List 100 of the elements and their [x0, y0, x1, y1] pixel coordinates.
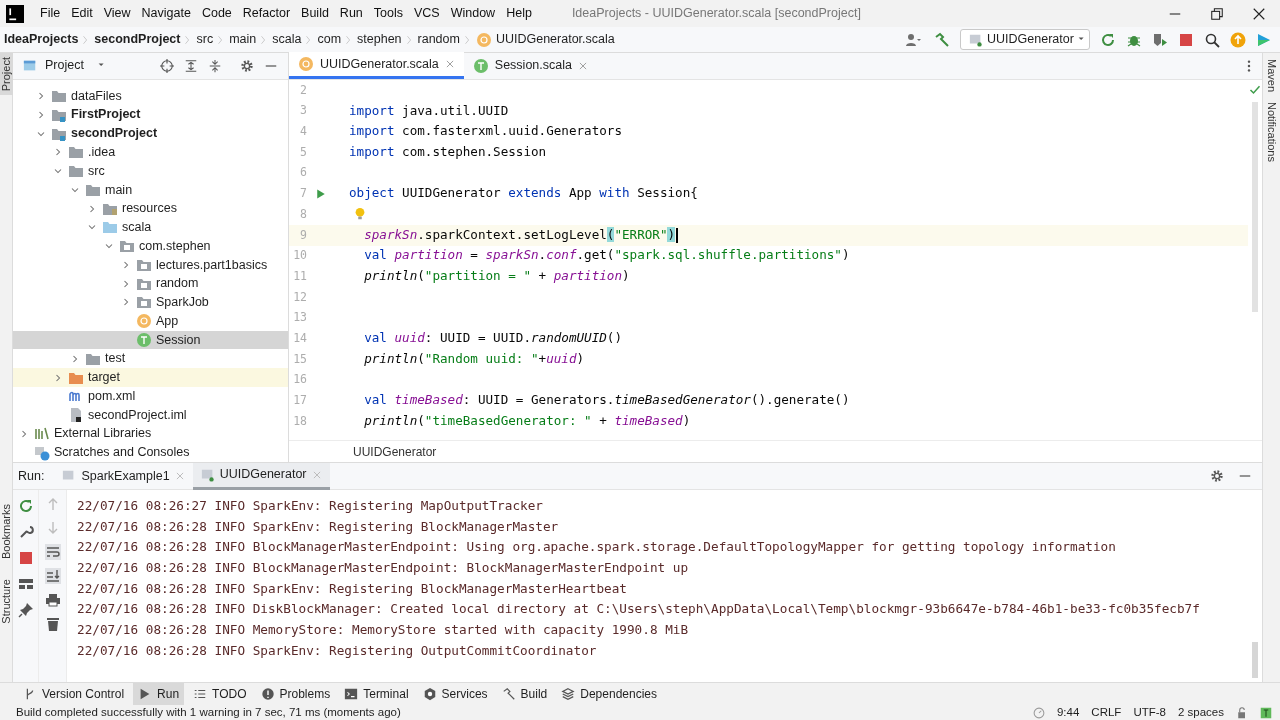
panel-title[interactable]: Project — [45, 56, 84, 76]
tool-window-tab[interactable]: TODO — [188, 682, 252, 706]
tree-item[interactable]: dataFiles — [13, 86, 288, 106]
tree-item[interactable]: main — [13, 180, 288, 200]
coverage-icon[interactable] — [1152, 31, 1168, 48]
tool-window-label[interactable]: Structure — [0, 579, 15, 624]
scrollbar[interactable] — [1252, 102, 1258, 312]
rerun-icon[interactable] — [17, 498, 34, 514]
soft-wrap-icon[interactable] — [44, 544, 61, 560]
run-config-dropdown[interactable]: UUIDGenerator — [960, 29, 1090, 50]
menu-item[interactable]: Tools — [373, 4, 403, 23]
settings-icon[interactable] — [1210, 469, 1224, 483]
tree-item[interactable]: test — [13, 349, 288, 369]
tree-item[interactable]: SparkJob — [13, 293, 288, 312]
settings-icon[interactable] — [240, 58, 254, 73]
tree-item[interactable]: secondProject — [13, 124, 288, 143]
line-number: 7 — [299, 185, 307, 203]
folder-icon — [51, 88, 67, 105]
breadcrumb-item[interactable]: src — [196, 30, 214, 49]
print-icon[interactable] — [44, 592, 61, 608]
menu-item[interactable]: Build — [301, 4, 329, 23]
code-breadcrumb[interactable]: UUIDGenerator — [353, 442, 437, 461]
tree-item[interactable]: src — [13, 161, 288, 181]
breadcrumb-item[interactable]: main — [229, 30, 257, 49]
tree-item[interactable]: Session — [13, 330, 288, 350]
code-line: sparkSn.sparkContext.setLogLevel("ERROR") — [363, 225, 676, 244]
stop-icon[interactable] — [17, 550, 34, 566]
pin-icon[interactable] — [17, 602, 34, 618]
tree-item[interactable]: target — [13, 368, 288, 387]
editor-tab[interactable]: Session.scala — [463, 52, 597, 79]
restore-icon[interactable] — [1210, 6, 1224, 21]
menu-item[interactable]: Navigate — [141, 4, 191, 23]
breadcrumb-item[interactable]: stephen — [357, 30, 402, 49]
status-item[interactable]: 9:44 — [1056, 703, 1080, 720]
locate-icon[interactable] — [160, 58, 174, 73]
collapse-all-icon[interactable] — [208, 58, 222, 73]
tool-window-tab[interactable]: Dependencies — [556, 682, 662, 706]
tool-window-tab[interactable]: Terminal — [339, 682, 414, 706]
stop-icon[interactable] — [1178, 31, 1194, 48]
breadcrumb-item[interactable]: com — [317, 30, 342, 49]
menu-item[interactable]: Edit — [71, 4, 93, 23]
tree-item[interactable]: resources — [13, 199, 288, 219]
tree-item[interactable]: lectures.part1basics — [13, 255, 288, 275]
line-number: 8 — [299, 205, 307, 223]
menu-item[interactable]: Run — [339, 4, 363, 23]
search-icon[interactable] — [1204, 31, 1220, 48]
tree-item[interactable]: FirstProject — [13, 105, 288, 125]
breadcrumb-item[interactable]: secondProject — [94, 30, 181, 49]
tree-item[interactable]: scala — [13, 218, 288, 237]
menu-item[interactable]: Refactor — [242, 4, 291, 23]
code-line: import com.fasterxml.uuid.Generators — [349, 122, 622, 141]
tool-window-label[interactable]: Bookmarks — [0, 504, 15, 560]
rerun-icon[interactable] — [1100, 31, 1116, 48]
breadcrumb-item[interactable]: IdeaProjects — [4, 30, 79, 49]
tool-window-label[interactable]: Maven — [1263, 59, 1280, 93]
status-message: Build completed successfully with 1 warning in 7 sec, 71 ms (moments ago) — [16, 704, 401, 720]
expand-all-icon[interactable] — [184, 58, 198, 73]
breadcrumb-item[interactable]: random — [417, 30, 460, 49]
menu-item[interactable]: Window — [450, 4, 496, 23]
hammer-icon[interactable] — [934, 31, 950, 48]
tool-window-label[interactable]: Notifications — [1263, 102, 1280, 162]
editor-tab[interactable]: UUIDGenerator.scala — [289, 52, 464, 79]
console-tab[interactable]: UUIDGenerator — [192, 462, 330, 490]
project-tool-tab[interactable]: Project — [0, 53, 13, 96]
tree-item[interactable]: External Libraries — [13, 424, 288, 444]
menu-item[interactable]: Help — [506, 4, 532, 23]
breadcrumb-item[interactable]: scala — [272, 30, 302, 49]
menu-item[interactable]: VCS — [414, 4, 440, 23]
layout-icon[interactable] — [17, 576, 34, 592]
menu-item[interactable]: Code — [201, 4, 232, 23]
update-icon[interactable] — [1230, 31, 1246, 48]
scrollbar[interactable] — [1252, 642, 1258, 678]
status-item[interactable]: 2 spaces — [1177, 703, 1224, 720]
status-item[interactable]: CRLF — [1091, 703, 1122, 720]
code-line: object UUIDGenerator extends App with Session{ — [349, 184, 698, 203]
line-number: 14 — [292, 329, 307, 347]
scroll-end-icon[interactable] — [44, 568, 61, 584]
tool-window-tab[interactable]: Version Control — [18, 682, 130, 706]
tree-item[interactable]: random — [13, 274, 288, 294]
close-icon[interactable] — [1252, 6, 1266, 21]
play-icon[interactable] — [315, 187, 327, 200]
tree-item[interactable]: .idea — [13, 143, 288, 162]
breadcrumb-item[interactable]: UUIDGenerator.scala — [495, 30, 615, 49]
tree-item[interactable]: pom.xml — [13, 386, 288, 406]
tree-item[interactable]: secondProject.iml — [13, 405, 288, 425]
console-tab[interactable]: SparkExample1 — [54, 462, 193, 490]
plugin-logo-icon[interactable] — [1256, 31, 1272, 48]
tool-window-tab[interactable]: Services — [417, 682, 493, 706]
tree-item[interactable]: com.stephen — [13, 236, 288, 256]
tool-window-tab[interactable]: Problems — [255, 682, 336, 706]
tree-item[interactable]: App — [13, 311, 288, 331]
menu-item[interactable]: View — [103, 4, 131, 23]
menu-item[interactable]: File — [40, 4, 61, 23]
status-item[interactable]: UTF-8 — [1133, 703, 1166, 720]
lightbulb-icon[interactable] — [353, 207, 367, 222]
trash-icon[interactable] — [44, 616, 61, 632]
tree-item[interactable]: Scratches and Consoles — [13, 443, 288, 462]
tool-window-tab[interactable]: Run — [133, 682, 185, 706]
tool-window-tab[interactable]: Build — [496, 682, 553, 706]
config-icon — [969, 32, 983, 47]
